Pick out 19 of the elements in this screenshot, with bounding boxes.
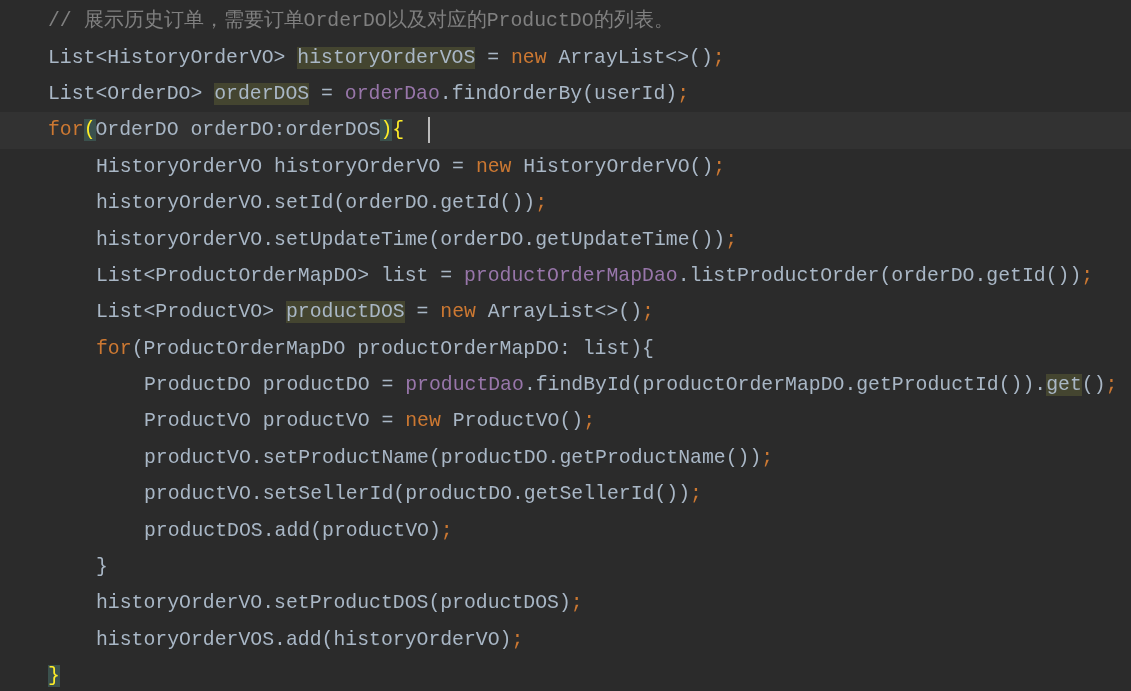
text-caret [428, 117, 431, 144]
code-line: historyOrderVOS.add(historyOrderVO); [96, 627, 524, 653]
code-line: // 展示历史订单，需要订单OrderDO以及对应的ProductDO的列表。 [48, 8, 674, 35]
code-line: productVO.setSellerId(productDO.getSellerId()); [144, 482, 702, 508]
code-line: List<HistoryOrderVO> historyOrderVOS = new ArrayList<>(); [48, 45, 725, 71]
code-line: List<ProductOrderMapDO> list = productOrderMapDao.listProductOrder(orderDO.getId()); [96, 263, 1094, 289]
code-line: List<ProductVO> productDOS = new ArrayList<>(); [96, 300, 654, 326]
code-line: historyOrderVO.setId(orderDO.getId()); [96, 191, 548, 217]
code-line: historyOrderVO.setUpdateTime(orderDO.getUpdateTime()); [96, 227, 738, 253]
code-line: HistoryOrderVO historyOrderVO = new HistoryOrderVO(); [96, 154, 726, 180]
code-line: ProductDO productDO = productDao.findById(productOrderMapDO.getProductId()).get(); [144, 373, 1118, 399]
code-line: historyOrderVO.setProductDOS(productDOS); [96, 591, 583, 617]
code-line: for(ProductOrderMapDO productOrderMapDO: list){ [96, 336, 654, 362]
code-line: ProductVO productVO = new ProductVO(); [144, 409, 596, 435]
code-line: productDOS.add(productVO); [144, 518, 453, 544]
code-line: List<OrderDO> orderDOS = orderDao.findOrderBy(userId); [48, 81, 690, 107]
code-line: productVO.setProductName(productDO.getProductName()); [144, 445, 774, 471]
code-line: } [96, 555, 108, 581]
code-line: for(OrderDO orderDO:orderDOS){ [48, 118, 405, 144]
